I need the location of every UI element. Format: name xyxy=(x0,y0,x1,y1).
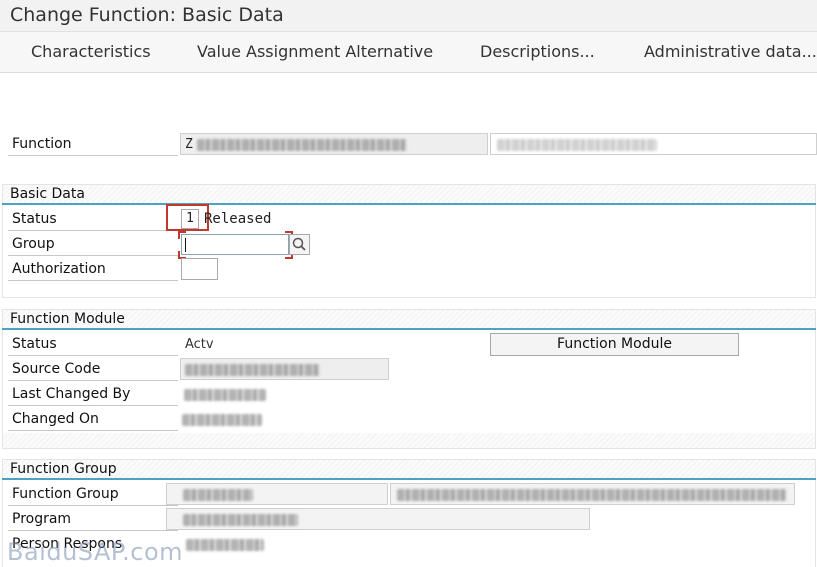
function-label-underline xyxy=(8,155,178,156)
function-module-title: Function Module xyxy=(10,311,125,327)
function-module-button[interactable]: Function Module xyxy=(490,333,739,356)
program-label: Program xyxy=(12,511,72,527)
authorization-underline xyxy=(8,280,178,281)
function-group-redacted xyxy=(183,489,253,501)
function-group-text-redacted xyxy=(397,489,787,501)
function-group-label: Function Group xyxy=(12,486,119,502)
status-highlight-box xyxy=(166,204,209,231)
function-group-text-field xyxy=(390,483,795,505)
changed-on-redacted xyxy=(182,414,262,426)
fm-status-value: Actv xyxy=(185,337,214,352)
changed-on-label: Changed On xyxy=(12,411,99,427)
title-bar: Change Function: Basic Data xyxy=(0,0,817,32)
fm-status-underline xyxy=(8,355,178,356)
authorization-input[interactable] xyxy=(181,258,218,280)
characteristics-button[interactable]: Characteristics xyxy=(31,42,151,61)
text-cursor xyxy=(185,238,186,252)
search-icon xyxy=(292,237,306,251)
basic-status-label: Status xyxy=(12,211,57,227)
application-toolbar: Characteristics Value Assignment Alterna… xyxy=(0,32,817,73)
basic-status-underline xyxy=(8,230,178,231)
source-code-underline xyxy=(8,380,178,381)
person-responsible-redacted xyxy=(186,539,264,551)
program-field[interactable] xyxy=(166,508,590,530)
focus-corner-tl xyxy=(178,231,186,239)
source-code-label: Source Code xyxy=(12,361,101,377)
function-group-underline xyxy=(8,505,178,506)
fm-status-label: Status xyxy=(12,336,57,352)
group-label: Group xyxy=(12,236,55,252)
authorization-label: Authorization xyxy=(12,261,106,277)
group-underline xyxy=(8,255,178,256)
function-id-redacted xyxy=(197,139,407,151)
watermark: BaiduSAP.com xyxy=(7,538,184,566)
group-input[interactable] xyxy=(181,234,289,255)
program-redacted xyxy=(183,514,298,526)
function-label: Function xyxy=(12,136,72,152)
last-changed-by-label: Last Changed By xyxy=(12,386,131,402)
changed-on-underline xyxy=(8,430,178,431)
administrative-data-button[interactable]: Administrative data... xyxy=(644,42,817,61)
function-description-redacted xyxy=(497,139,657,151)
last-changed-by-underline xyxy=(8,405,178,406)
descriptions-button[interactable]: Descriptions... xyxy=(480,42,595,61)
function-group-field[interactable] xyxy=(166,483,388,505)
status-text: Released xyxy=(204,211,272,227)
source-code-field[interactable] xyxy=(180,358,389,380)
function-id-prefix: Z xyxy=(185,137,193,152)
basic-data-title: Basic Data xyxy=(10,186,85,202)
function-id-field[interactable]: Z xyxy=(180,133,488,155)
value-assignment-alternative-button[interactable]: Value Assignment Alternative xyxy=(197,42,433,61)
function-description-field[interactable] xyxy=(490,133,817,155)
last-changed-by-redacted xyxy=(184,389,266,401)
function-group-title: Function Group xyxy=(10,461,117,477)
program-underline xyxy=(8,530,178,531)
source-code-redacted xyxy=(185,364,320,376)
group-search-button[interactable] xyxy=(289,234,310,255)
basic-data-body xyxy=(3,205,815,297)
window-title: Change Function: Basic Data xyxy=(10,4,284,26)
